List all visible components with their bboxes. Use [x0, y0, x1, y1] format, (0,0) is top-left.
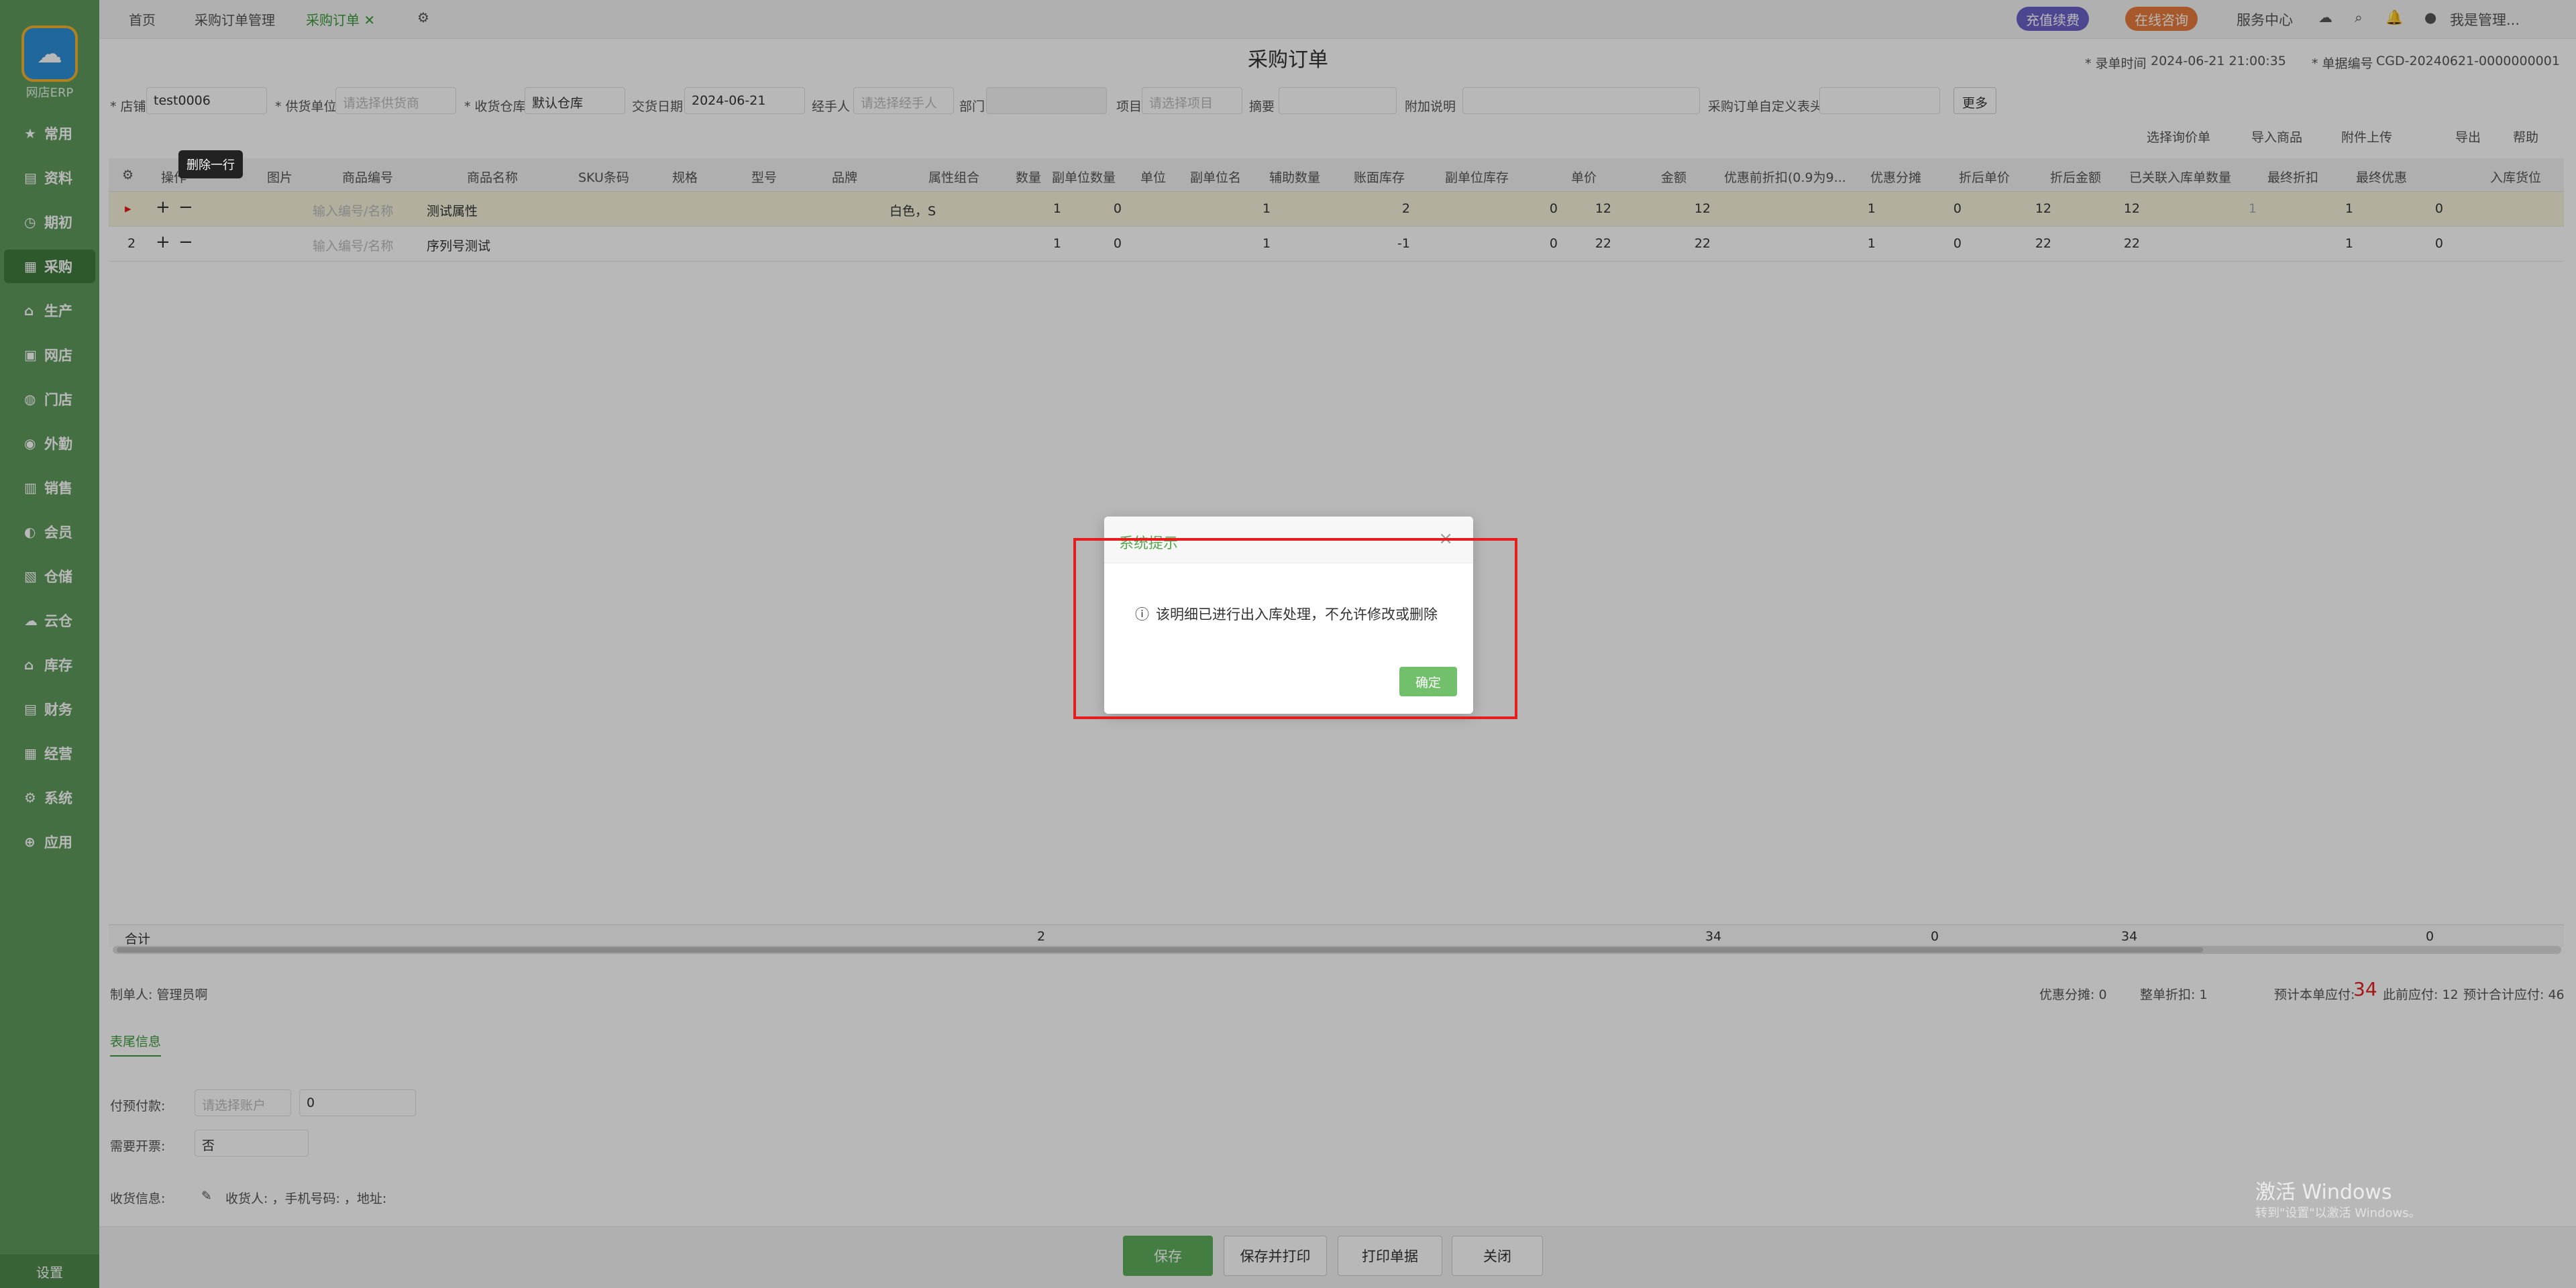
highlight-box	[1073, 538, 1517, 719]
windows-watermark-sub: 转到"设置"以激活 Windows。	[2255, 1206, 2421, 1220]
windows-watermark: 激活 Windows	[2255, 1181, 2392, 1204]
delete-row-tooltip: 删除一行	[178, 150, 243, 178]
